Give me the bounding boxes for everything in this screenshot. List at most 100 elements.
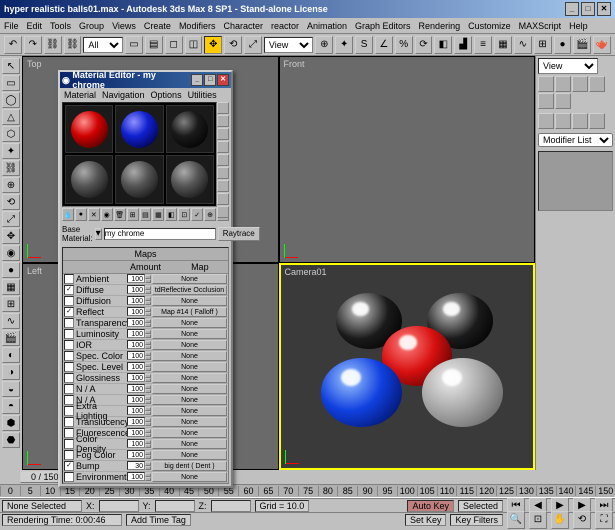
material-slot-2[interactable] xyxy=(166,105,214,153)
map-checkbox[interactable] xyxy=(64,285,74,295)
left-tool-0[interactable]: ↖ xyxy=(2,58,20,74)
motion-tab[interactable] xyxy=(589,76,605,92)
setkey-button[interactable]: Set Key xyxy=(405,514,447,526)
spinner-snap-button[interactable]: ⟳ xyxy=(415,36,433,54)
display-tab[interactable] xyxy=(538,93,554,109)
map-slot-button[interactable]: None xyxy=(152,340,227,350)
maps-rollout-header[interactable]: Maps xyxy=(63,248,228,261)
left-tool-12[interactable]: ● xyxy=(2,262,20,278)
me-side-button-4[interactable] xyxy=(217,154,229,166)
me-tool-0[interactable]: 💧 xyxy=(62,208,74,221)
map-amount-input[interactable]: 100 xyxy=(127,340,145,349)
map-amount-spinner[interactable] xyxy=(145,363,151,371)
view-mode-dropdown[interactable]: View xyxy=(538,58,598,74)
y-input[interactable] xyxy=(155,500,195,512)
left-tool-17[interactable]: ◐ xyxy=(2,347,20,363)
material-name-input[interactable] xyxy=(104,228,216,240)
close-button[interactable]: ✕ xyxy=(597,2,611,16)
nav-zoom-button[interactable]: 🔍 xyxy=(507,511,525,529)
map-slot-button[interactable]: None xyxy=(152,384,227,394)
map-checkbox[interactable] xyxy=(64,472,74,482)
map-amount-spinner[interactable] xyxy=(145,451,151,459)
select-button[interactable]: ▭ xyxy=(125,36,143,54)
center-button[interactable]: ⊕ xyxy=(315,36,333,54)
map-checkbox[interactable] xyxy=(64,384,74,394)
nav-pan-button[interactable]: ✋ xyxy=(551,511,569,529)
snap-toggle-button[interactable]: S xyxy=(355,36,373,54)
menu-maxscript[interactable]: MAXScript xyxy=(519,21,562,31)
map-amount-spinner[interactable] xyxy=(145,330,151,338)
map-checkbox[interactable] xyxy=(64,461,74,471)
me-tool-7[interactable]: ▦ xyxy=(152,208,164,221)
me-menu-utilities[interactable]: Utilities xyxy=(188,90,217,100)
map-checkbox[interactable] xyxy=(64,329,74,339)
me-close-button[interactable]: ✕ xyxy=(217,74,229,86)
left-tool-2[interactable]: ◯ xyxy=(2,92,20,108)
add-time-tag[interactable]: Add Time Tag xyxy=(126,514,191,526)
map-amount-spinner[interactable] xyxy=(145,275,151,283)
nav-zoom-all-button[interactable]: ⊡ xyxy=(529,511,547,529)
me-tool-2[interactable]: ✕ xyxy=(88,208,100,221)
material-type-button[interactable]: Raytrace xyxy=(218,227,260,241)
menu-group[interactable]: Group xyxy=(79,21,104,31)
left-tool-20[interactable]: ◓ xyxy=(2,398,20,414)
map-amount-input[interactable]: 100 xyxy=(127,329,145,338)
map-amount-spinner[interactable] xyxy=(145,429,151,437)
map-amount-spinner[interactable] xyxy=(145,374,151,382)
get-material-button[interactable]: ▾ xyxy=(95,228,102,240)
map-checkbox[interactable] xyxy=(64,450,74,460)
me-side-button-7[interactable] xyxy=(217,193,229,205)
percent-snap-button[interactable]: % xyxy=(395,36,413,54)
map-amount-input[interactable]: 100 xyxy=(127,318,145,327)
menu-views[interactable]: Views xyxy=(112,21,136,31)
menu-animation[interactable]: Animation xyxy=(307,21,347,31)
left-tool-18[interactable]: ◑ xyxy=(2,364,20,380)
selected-dropdown[interactable]: Selected xyxy=(458,500,503,512)
viewport-camera[interactable]: Camera01 xyxy=(279,263,536,470)
unlink-button[interactable]: ⛓ xyxy=(64,36,82,54)
map-slot-button[interactable]: tdReflective Occlusion (base) ) xyxy=(152,285,227,295)
hierarchy-tab[interactable] xyxy=(572,76,588,92)
me-tool-1[interactable]: ● xyxy=(75,208,87,221)
menu-rendering[interactable]: Rendering xyxy=(419,21,461,31)
select-name-button[interactable]: ▤ xyxy=(145,36,163,54)
map-amount-spinner[interactable] xyxy=(145,418,151,426)
selection-filter-dropdown[interactable]: All xyxy=(83,37,123,53)
map-slot-button[interactable]: None xyxy=(152,417,227,427)
map-amount-input[interactable]: 100 xyxy=(127,395,145,404)
map-amount-spinner[interactable] xyxy=(145,440,151,448)
map-amount-spinner[interactable] xyxy=(145,352,151,360)
mirror-button[interactable]: ▟ xyxy=(454,36,472,54)
nav-orbit-button[interactable]: ⟲ xyxy=(573,511,591,529)
menu-edit[interactable]: Edit xyxy=(27,21,43,31)
map-amount-input[interactable]: 100 xyxy=(127,417,145,426)
material-editor-titlebar[interactable]: ◉ Material Editor - my chrome _ □ ✕ xyxy=(60,72,231,88)
link-button[interactable]: ⛓ xyxy=(44,36,62,54)
modifier-list-dropdown[interactable]: Modifier List xyxy=(538,133,613,147)
map-amount-input[interactable]: 100 xyxy=(127,307,145,316)
map-checkbox[interactable] xyxy=(64,373,74,383)
window-crossing-button[interactable]: ◫ xyxy=(185,36,203,54)
map-amount-spinner[interactable] xyxy=(145,297,151,305)
me-maximize-button[interactable]: □ xyxy=(204,74,216,86)
menu-tools[interactable]: Tools xyxy=(50,21,71,31)
map-slot-button[interactable]: big dent ( Dent ) xyxy=(152,461,227,471)
map-slot-button[interactable]: None xyxy=(152,318,227,328)
map-checkbox[interactable] xyxy=(64,406,74,416)
quick-render-button[interactable]: 🫖 xyxy=(593,36,611,54)
material-editor-window[interactable]: ◉ Material Editor - my chrome _ □ ✕ Mate… xyxy=(58,70,233,488)
map-checkbox[interactable] xyxy=(64,395,74,405)
select-rotate-button[interactable]: ⟲ xyxy=(224,36,242,54)
map-slot-button[interactable]: None xyxy=(152,395,227,405)
me-tool-5[interactable]: ⊞ xyxy=(127,208,139,221)
align-button[interactable]: ≡ xyxy=(474,36,492,54)
map-checkbox[interactable] xyxy=(64,318,74,328)
me-tool-6[interactable]: ▤ xyxy=(140,208,152,221)
map-amount-input[interactable]: 100 xyxy=(127,439,145,448)
map-amount-input[interactable]: 100 xyxy=(127,296,145,305)
map-amount-input[interactable]: 100 xyxy=(127,362,145,371)
me-menu-options[interactable]: Options xyxy=(151,90,182,100)
me-tool-10[interactable]: ✓ xyxy=(191,208,203,221)
menu-help[interactable]: Help xyxy=(569,21,588,31)
left-tool-22[interactable]: ⬣ xyxy=(2,432,20,448)
